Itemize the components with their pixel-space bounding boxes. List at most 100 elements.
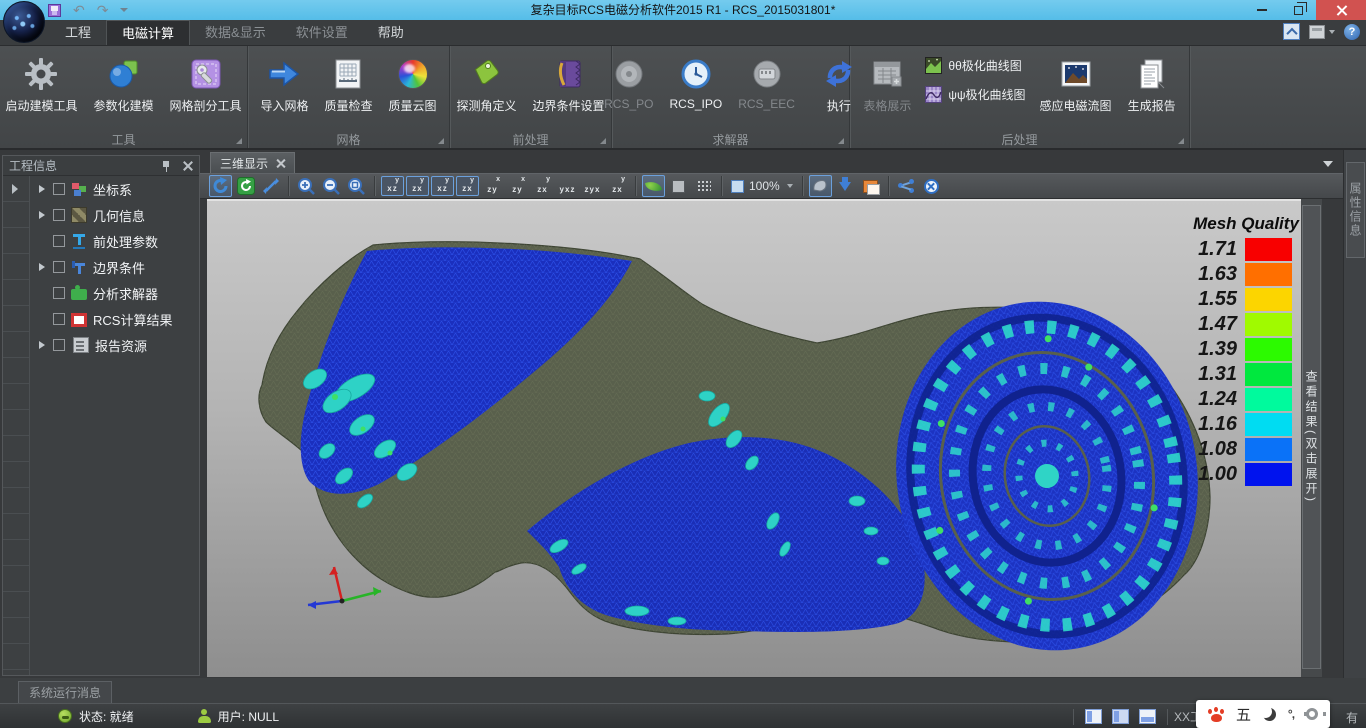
- axis-view-button[interactable]: xzy: [381, 176, 404, 196]
- parametric-modeling-button[interactable]: 参数化建模: [87, 53, 161, 117]
- axis-view-button[interactable]: zxy: [606, 176, 629, 196]
- restore-button[interactable]: [1280, 0, 1316, 20]
- redo-icon[interactable]: [97, 3, 109, 18]
- view-orbit-button[interactable]: [809, 175, 832, 197]
- baidu-paw-icon[interactable]: [1208, 707, 1224, 722]
- checkbox[interactable]: [53, 261, 65, 273]
- panel-close-icon[interactable]: [183, 161, 193, 171]
- layout-bottom-icon[interactable]: [1139, 709, 1156, 724]
- tab-list-dropdown-icon[interactable]: [1323, 161, 1333, 167]
- points-view-button[interactable]: [692, 175, 715, 197]
- tree-item-rcs-results[interactable]: RCS计算结果: [31, 306, 199, 332]
- undo-icon[interactable]: [73, 3, 85, 18]
- tree-item-coordinate-system[interactable]: 坐标系: [31, 176, 199, 202]
- clear-view-button[interactable]: [920, 175, 943, 197]
- menu-tab-help[interactable]: 帮助: [363, 20, 419, 45]
- axis-view-button[interactable]: zxy: [456, 176, 479, 196]
- window-switch-dropdown-icon[interactable]: [1329, 30, 1335, 34]
- group-expand-icon[interactable]: [600, 138, 606, 144]
- import-mesh-button[interactable]: 导入网格: [253, 53, 315, 117]
- pin-icon[interactable]: [162, 160, 171, 172]
- quality-check-button[interactable]: 质量检查: [317, 53, 379, 117]
- zoom-level-control[interactable]: 100%: [727, 179, 797, 193]
- menu-tab-em-compute[interactable]: 电磁计算: [106, 20, 190, 45]
- zoom-out-button[interactable]: [320, 175, 343, 197]
- menu-tab-data-display[interactable]: 数据&显示: [190, 20, 281, 45]
- generate-report-button[interactable]: 生成报告: [1121, 53, 1183, 117]
- psi-psi-curve-button[interactable]: ψψ极化曲线图: [920, 84, 1030, 105]
- group-expand-icon[interactable]: [236, 138, 242, 144]
- ime-settings-gear-icon[interactable]: [1306, 708, 1318, 720]
- viewport-3d[interactable]: Mesh Quality 1.711.631.551.471.391.311.2…: [207, 199, 1322, 677]
- tree-item-solver[interactable]: 分析求解器: [31, 280, 199, 306]
- ime-mode-label[interactable]: 五: [1236, 704, 1251, 725]
- checkbox[interactable]: [53, 339, 65, 351]
- tab-3d-display[interactable]: 三维显示: [210, 152, 295, 173]
- rotate-view-button[interactable]: [209, 175, 232, 197]
- tree-item-geometry-info[interactable]: 几何信息: [31, 202, 199, 228]
- menu-tab-project[interactable]: 工程: [50, 20, 106, 45]
- pan-zoom-button[interactable]: [259, 175, 282, 197]
- menu-tab-settings[interactable]: 软件设置: [281, 20, 363, 45]
- gutter-arrow-icon[interactable]: [12, 184, 18, 194]
- quality-contour-button[interactable]: 质量云图: [382, 53, 444, 117]
- rcs-eec-button[interactable]: RCS_EEC: [731, 53, 802, 114]
- close-button[interactable]: [1316, 0, 1366, 20]
- axis-view-button[interactable]: zxy: [406, 176, 429, 196]
- theta-theta-curve-button[interactable]: θθ极化曲线图: [920, 55, 1030, 76]
- window-switch-icon[interactable]: [1309, 25, 1325, 39]
- probe-angle-button[interactable]: 探测角定义: [449, 53, 523, 117]
- punctuation-icon[interactable]: °,: [1288, 707, 1294, 721]
- checkbox[interactable]: [53, 235, 65, 247]
- results-expand-tab[interactable]: 查看结果(双击展开): [1302, 205, 1321, 669]
- expand-arrow-icon[interactable]: [39, 341, 47, 349]
- expand-arrow-icon[interactable]: [39, 263, 47, 271]
- moon-icon[interactable]: [1263, 708, 1276, 721]
- launch-modeling-tool-button[interactable]: 启动建模工具: [0, 53, 85, 117]
- quick-access-dropdown-icon[interactable]: [120, 8, 128, 12]
- zoom-dropdown-icon[interactable]: [787, 184, 793, 188]
- zoom-in-button[interactable]: [295, 175, 318, 197]
- group-expand-icon[interactable]: [838, 138, 844, 144]
- axis-view-button[interactable]: xzy: [431, 176, 454, 196]
- expand-arrow-icon[interactable]: [39, 211, 47, 219]
- group-expand-icon[interactable]: [1178, 138, 1184, 144]
- system-messages-tab[interactable]: 系统运行消息: [18, 681, 112, 703]
- help-icon[interactable]: ?: [1344, 24, 1360, 40]
- move-down-button[interactable]: [834, 175, 857, 197]
- checkbox[interactable]: [53, 313, 65, 325]
- axis-view-button[interactable]: zyx: [581, 176, 604, 196]
- table-display-button[interactable]: 表格展示: [856, 53, 918, 117]
- layout-left-icon[interactable]: [1085, 709, 1102, 724]
- axis-view-button[interactable]: yxz: [556, 176, 579, 196]
- checkbox[interactable]: [53, 183, 65, 195]
- properties-tab[interactable]: 属性信息: [1346, 162, 1365, 258]
- tab-close-icon[interactable]: [276, 159, 285, 168]
- rcs-ipo-button[interactable]: RCS_IPO: [663, 53, 730, 114]
- rcs-po-button[interactable]: RCS_PO: [597, 53, 660, 114]
- tree-item-preprocess-params[interactable]: 前处理参数: [31, 228, 199, 254]
- windows-layout-button[interactable]: [859, 175, 882, 197]
- flow-link-button[interactable]: [895, 175, 918, 197]
- ime-bar[interactable]: 五 °,: [1196, 700, 1330, 728]
- layout-left-alt-icon[interactable]: [1112, 709, 1129, 724]
- axis-view-button[interactable]: zyx: [506, 176, 529, 196]
- minimize-button[interactable]: [1244, 0, 1280, 20]
- sync-view-button[interactable]: [234, 175, 257, 197]
- wireframe-view-button[interactable]: [667, 175, 690, 197]
- checkbox[interactable]: [53, 287, 65, 299]
- tree-item-boundary-conditions[interactable]: 边界条件: [31, 254, 199, 280]
- expand-arrow-icon[interactable]: [39, 185, 47, 193]
- tree-item-report-resources[interactable]: 报告资源: [31, 332, 199, 358]
- induced-current-map-button[interactable]: 感应电磁流图: [1033, 53, 1119, 117]
- checkbox[interactable]: [53, 209, 65, 221]
- axis-view-button[interactable]: zxy: [531, 176, 554, 196]
- app-logo[interactable]: [3, 1, 45, 43]
- save-icon[interactable]: [48, 4, 61, 17]
- zoom-fit-button[interactable]: [345, 175, 368, 197]
- mesh-partition-tool-button[interactable]: 网格剖分工具: [163, 53, 249, 117]
- shaded-view-button[interactable]: [642, 175, 665, 197]
- group-expand-icon[interactable]: [438, 138, 444, 144]
- axis-view-button[interactable]: zyx: [481, 176, 504, 196]
- collapse-ribbon-icon[interactable]: [1283, 23, 1300, 40]
